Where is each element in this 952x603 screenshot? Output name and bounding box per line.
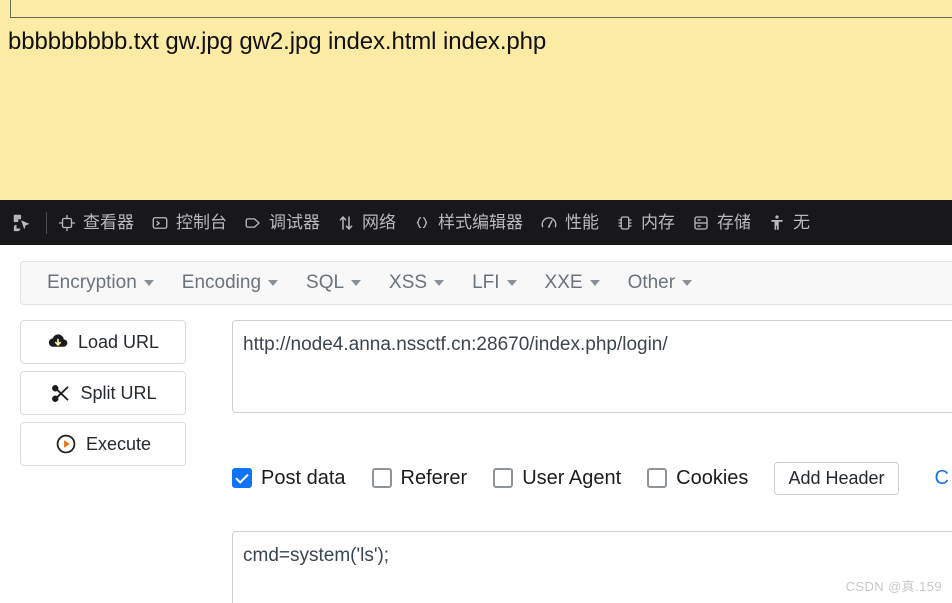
add-header-button[interactable]: Add Header [774,461,899,495]
devtools-tab-performance[interactable]: 性能 [531,200,607,245]
chevron-down-icon [351,280,362,286]
toolbar-divider [46,211,47,234]
checkbox-label: Referer [400,466,468,489]
chevron-down-icon [506,280,517,286]
chevron-down-icon [682,280,693,286]
checkbox-label: Cookies [676,466,749,489]
devtools-tab-network[interactable]: 网络 [328,200,404,245]
chevron-down-icon [268,280,279,286]
hackbar-menu-label: XXE [544,272,583,293]
execute-button[interactable]: Execute [20,422,186,466]
hackbar-menu-sql[interactable]: SQL [292,262,375,304]
memory-icon [615,213,635,233]
checkbox-box[interactable] [647,468,668,488]
hackbar-menu-bar: Encryption Encoding SQL XSS LFI XXE Othe… [20,261,952,305]
scissors-icon [49,382,71,404]
hackbar-menu-label: LFI [472,272,500,293]
devtools-tab-label: 控制台 [176,213,227,232]
clear-all-link[interactable]: C [935,467,949,490]
performance-icon [539,213,559,233]
devtools-tab-label: 查看器 [83,213,134,232]
hackbar-menu-lfi[interactable]: LFI [458,262,530,304]
devtools-tab-storage[interactable]: 存储 [683,200,759,245]
execute-label: Execute [85,433,152,454]
checkbox-user-agent[interactable]: User Agent [493,467,621,490]
checkbox-box[interactable] [232,468,252,488]
devtools-tab-label: 无 [793,213,810,232]
hackbar-menu-label: SQL [306,272,345,293]
devtools-tab-memory[interactable]: 内存 [607,200,683,245]
checkbox-box[interactable] [371,468,392,488]
hackbar-options-row: Post data Referer User Agent Cookies Add… [232,461,949,495]
command-output-file-listing: bbbbbbbbb.txt gw.jpg gw2.jpg index.html … [8,28,547,55]
hackbar-menu-label: Encryption [47,272,137,293]
hackbar-panel: Encryption Encoding SQL XSS LFI XXE Othe… [0,245,952,603]
hackbar-menu-other[interactable]: Other [614,262,707,304]
network-icon [336,213,356,233]
checkbox-referer[interactable]: Referer [371,466,468,490]
browser-page-content: bbbbbbbbb.txt gw.jpg gw2.jpg index.html … [0,0,952,200]
debugger-icon [243,213,263,233]
hackbar-menu-encoding[interactable]: Encoding [168,262,292,304]
devtools-tab-label: 内存 [641,213,675,232]
devtools-tab-accessibility[interactable]: 无 [759,200,818,245]
play-circle-icon [55,433,77,455]
chevron-down-icon [143,280,154,286]
hackbar-menu-xss[interactable]: XSS [375,262,458,304]
checkbox-label: User Agent [522,466,622,489]
split-url-label: Split URL [80,382,157,403]
devtools-tab-inspector[interactable]: 查看器 [49,200,142,245]
split-url-button[interactable]: Split URL [20,371,186,415]
storage-icon [691,213,711,233]
checkbox-post-data[interactable]: Post data [232,467,346,490]
hackbar-menu-label: Encoding [181,272,262,293]
devtools-tab-label: 调试器 [269,213,320,232]
hackbar-menu-label: Other [627,272,676,293]
checkbox-box[interactable] [493,468,514,488]
cloud-download-icon [47,331,69,353]
devtools-tab-label: 存储 [717,213,751,232]
checkbox-cookies[interactable]: Cookies [647,467,748,490]
load-url-label: Load URL [77,331,160,352]
element-picker-icon[interactable] [0,200,44,245]
devtools-tab-label: 网络 [362,213,396,232]
load-url-button[interactable]: Load URL [20,320,186,364]
console-icon [150,213,170,233]
accessibility-icon [767,213,787,233]
hackbar-menu-xxe[interactable]: XXE [531,262,614,304]
url-input[interactable]: http://node4.anna.nssctf.cn:28670/index.… [232,320,952,413]
chevron-down-icon [589,280,600,286]
chevron-down-icon [434,280,445,286]
page-input-box-partial[interactable] [10,0,952,18]
devtools-toolbar: 查看器 控制台 调试器 网络 样式编辑器 性能 内存 存储 无 [0,200,952,245]
style-editor-icon [412,213,432,233]
post-data-input[interactable]: cmd=system('ls'); [232,531,952,603]
csdn-watermark: CSDN @真.159 [845,579,942,594]
inspector-icon [57,213,77,233]
devtools-tab-console[interactable]: 控制台 [142,200,235,245]
devtools-tab-debugger[interactable]: 调试器 [235,200,328,245]
devtools-tab-style-editor[interactable]: 样式编辑器 [404,200,531,245]
checkbox-label: Post data [261,466,346,489]
hackbar-action-buttons: Load URL Split URL Execute [20,320,186,473]
hackbar-menu-encryption[interactable]: Encryption [33,262,168,304]
devtools-tab-label: 性能 [565,213,599,232]
hackbar-menu-label: XSS [389,272,428,293]
devtools-tab-label: 样式编辑器 [438,213,523,232]
